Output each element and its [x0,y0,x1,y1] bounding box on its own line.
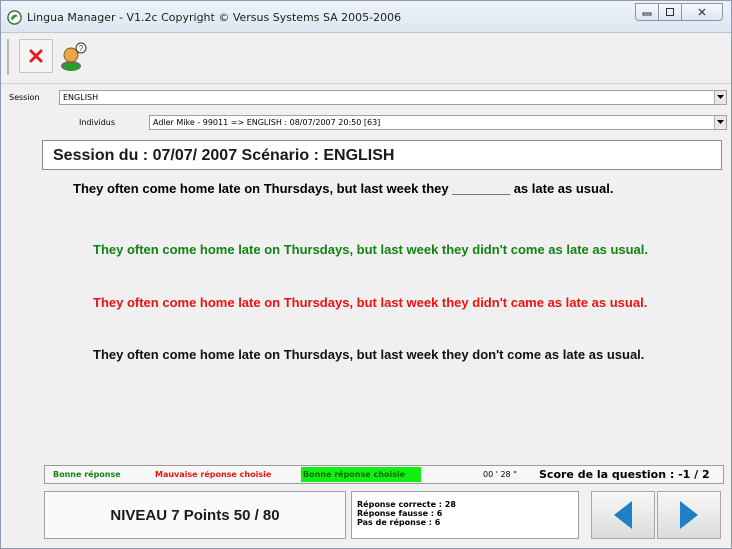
legend-bar: Bonne réponse Mauvaise réponse choisie B… [44,465,724,484]
question-text: They often come home late on Thursdays, … [73,181,614,196]
close-window-button[interactable] [681,3,723,21]
stat-correct: Réponse correcte : 28 [357,500,456,509]
session-header: Session du : 07/07/ 2007 Scénario : ENGL… [42,140,722,170]
maximize-button[interactable] [658,3,682,21]
red-x-icon [29,49,43,63]
answer-option-3[interactable]: They often come home late on Thursdays, … [93,346,713,364]
title-bar[interactable]: Lingua Manager - V1.2c Copyright © Versu… [1,1,731,33]
timer: 00 ' 28 " [483,470,517,479]
minimize-icon [642,12,652,16]
legend-correct-answer-chosen: Bonne réponse choisie [301,467,421,482]
window-controls [635,3,723,23]
app-window: Lingua Manager - V1.2c Copyright © Versu… [0,0,732,549]
minimize-button[interactable] [635,3,659,21]
arrow-left-icon [614,501,632,529]
individual-select[interactable]: Adler Mike - 99011 => ENGLISH : 08/07/20… [149,115,727,130]
individual-dropdown-button[interactable] [714,116,726,129]
app-logo-icon [7,10,22,25]
user-help-button[interactable]: ? [57,39,91,73]
chevron-down-icon [717,95,724,99]
window-title: Lingua Manager - V1.2c Copyright © Versu… [27,11,402,24]
level-panel: NIVEAU 7 Points 50 / 80 [44,491,346,539]
exit-button[interactable] [19,39,53,73]
session-label: Session [9,93,40,102]
stat-wrong: Réponse fausse : 6 [357,509,443,518]
toolbar: ? [7,39,725,75]
previous-button[interactable] [591,491,655,539]
arrow-right-icon [680,501,698,529]
session-select[interactable]: ENGLISH [59,90,727,105]
session-select-value: ENGLISH [63,93,99,102]
session-dropdown-button[interactable] [714,91,726,104]
legend-correct-answer: Bonne réponse [53,470,121,479]
answer-option-2[interactable]: They often come home late on Thursdays, … [93,294,713,312]
user-help-icon: ? [61,42,87,71]
maximize-icon [666,8,674,16]
individual-select-value: Adler Mike - 99011 => ENGLISH : 08/07/20… [153,118,381,127]
toolbar-separator [1,83,731,84]
session-header-text: Session du : 07/07/ 2007 Scénario : ENGL… [53,147,395,164]
svg-text:?: ? [79,44,84,53]
question-score: Score de la question : -1 / 2 [539,468,710,481]
stats-panel: Réponse correcte : 28 Réponse fausse : 6… [351,491,579,539]
stat-no-answer: Pas de réponse : 6 [357,518,441,527]
close-icon [698,8,706,16]
next-button[interactable] [657,491,721,539]
level-points: NIVEAU 7 Points 50 / 80 [110,507,280,524]
chevron-down-icon [717,120,724,124]
individual-label: Individus [79,118,116,127]
answer-option-1[interactable]: They often come home late on Thursdays, … [93,241,713,259]
legend-wrong-answer-chosen: Mauvaise réponse choisie [155,470,272,479]
